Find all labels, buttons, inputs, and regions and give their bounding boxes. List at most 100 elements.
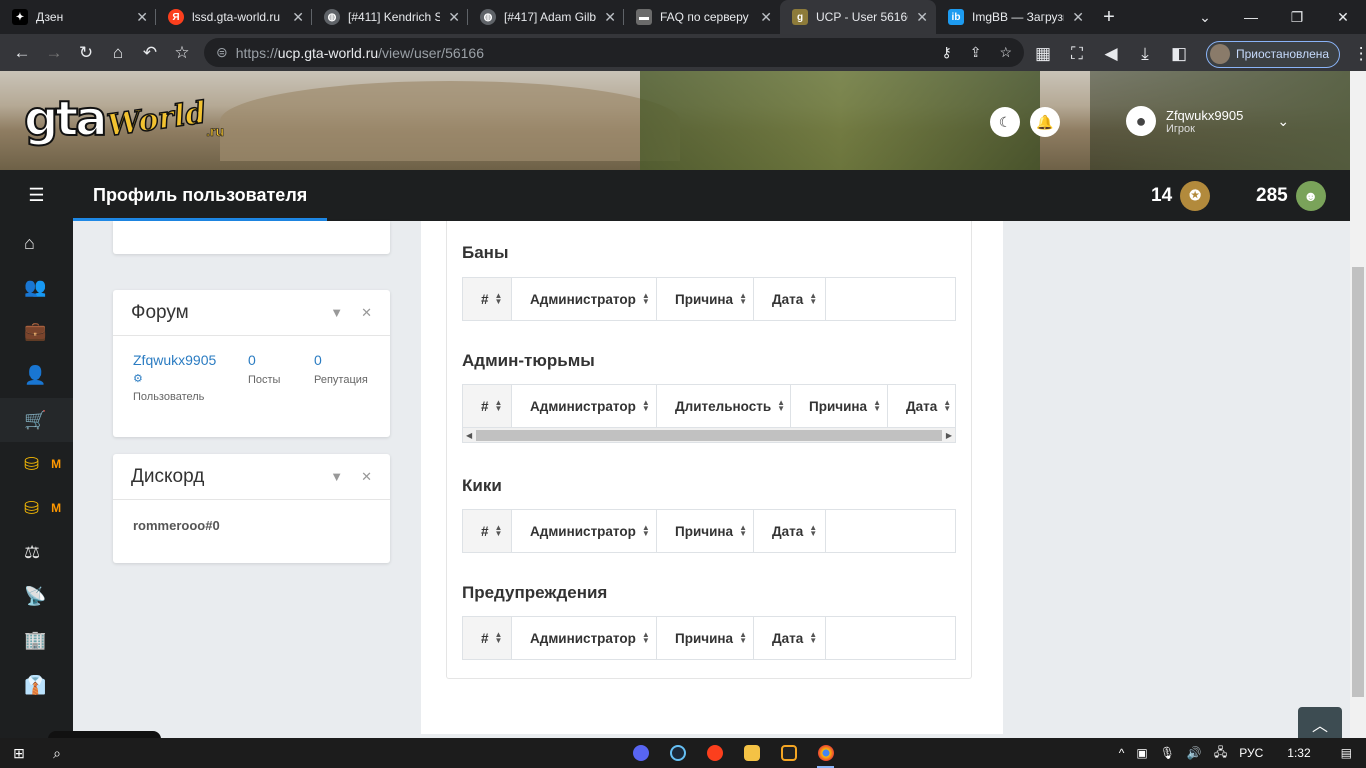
home-icon[interactable]: ⌂	[102, 37, 134, 69]
stat-counter[interactable]: 14 ✪	[1151, 170, 1211, 221]
discord-app[interactable]	[622, 738, 659, 768]
site-logo[interactable]: gta World .ru	[23, 81, 224, 157]
sidebar-item-radio[interactable]: 📡	[0, 574, 73, 618]
column-header[interactable]: Причина ▲ ▼	[791, 385, 888, 427]
scrollbar-thumb[interactable]	[476, 429, 942, 441]
browser-tab[interactable]: ib ImgBB — Загрузи ✕	[936, 0, 1092, 34]
clock[interactable]: 1:32	[1287, 746, 1310, 760]
sidebar-item-business[interactable]: 💼	[0, 309, 73, 353]
forward-icon[interactable]: →	[38, 37, 70, 69]
extensions-icon[interactable]: ▦	[1030, 38, 1056, 70]
column-header[interactable]: Дата ▲ ▼	[754, 278, 826, 320]
sidebar-item-shop[interactable]: 🛒	[0, 398, 73, 442]
tab-search-icon[interactable]: ⌄	[1182, 0, 1228, 34]
address-bar[interactable]: ⊜ https://ucp.gta-world.ru/view/user/561…	[204, 38, 1024, 67]
language-indicator[interactable]: РУС	[1239, 746, 1263, 760]
column-header[interactable]: # ▲ ▼	[463, 385, 512, 427]
page-scrollbar[interactable]	[1350, 71, 1366, 738]
scroll-left-icon[interactable]: ◀	[466, 431, 472, 440]
close-window-icon[interactable]: ✕	[1320, 0, 1366, 34]
chrome-app[interactable]	[807, 738, 844, 768]
column-header[interactable]: # ▲ ▼	[463, 278, 512, 320]
close-icon[interactable]: ✕	[292, 9, 304, 26]
close-icon[interactable]: ✕	[361, 305, 372, 321]
close-icon[interactable]: ✕	[136, 9, 148, 26]
network-icon[interactable]: 🖧	[1214, 743, 1227, 764]
hamburger-menu-icon[interactable]: ☰	[0, 170, 73, 221]
scroll-to-top-button[interactable]: ︿	[1298, 707, 1342, 741]
column-header[interactable]: Администратор ▲ ▼	[512, 278, 657, 320]
close-icon[interactable]: ✕	[448, 9, 460, 26]
sidepanel-icon[interactable]: ◧	[1166, 38, 1192, 70]
sidebar-item-property[interactable]: 🏢	[0, 618, 73, 662]
column-header[interactable]: Дата ▲ ▼	[754, 510, 826, 552]
close-icon[interactable]: ✕	[361, 469, 372, 485]
site-info-icon[interactable]: ⊜	[216, 44, 228, 61]
column-header[interactable]: Администратор ▲ ▼	[512, 385, 657, 427]
new-tab-button[interactable]: +	[1092, 6, 1126, 29]
forum-username-link[interactable]: Zfqwukx9905	[133, 352, 248, 368]
crop-icon[interactable]: ⛶	[1064, 38, 1090, 70]
sidebar-item-coins[interactable]: ⛁ M	[0, 486, 73, 530]
yandex-app[interactable]	[696, 738, 733, 768]
dark-mode-toggle[interactable]: ☾	[990, 107, 1020, 137]
scrollbar-thumb[interactable]	[1352, 267, 1364, 697]
collapse-icon[interactable]: ▼	[330, 305, 343, 321]
notifications-icon[interactable]: ▤	[1341, 746, 1352, 760]
rage-app[interactable]	[770, 738, 807, 768]
close-icon[interactable]: ✕	[1072, 9, 1084, 26]
browser-tab[interactable]: ◍ [#417] Adam Gilb ✕	[468, 0, 624, 34]
column-header[interactable]: Причина ▲ ▼	[657, 278, 754, 320]
windows-start-icon[interactable]: ⊞	[0, 738, 38, 768]
sidebar-item-home[interactable]: ⌂	[0, 221, 73, 265]
horizontal-scrollbar[interactable]: ◀ ▶	[463, 427, 955, 442]
column-header[interactable]: Дата ▲ ▼	[888, 385, 955, 427]
key-icon[interactable]: ⚷	[941, 44, 951, 61]
menu-icon[interactable]: ⋮	[1348, 38, 1366, 70]
minimize-icon[interactable]: —	[1228, 0, 1274, 34]
profile-button[interactable]: Приостановлена	[1206, 40, 1341, 68]
search-icon[interactable]: ⌕	[38, 738, 76, 768]
posts-value[interactable]: 0	[248, 352, 314, 368]
bookmark-star-icon[interactable]: ☆	[166, 37, 198, 69]
download-icon[interactable]: ⤓	[1132, 38, 1158, 70]
browser-tab[interactable]: ✦ Дзен ✕	[0, 0, 156, 34]
sidebar-item-profile[interactable]: 👤	[0, 353, 73, 397]
speaker-icon[interactable]: ◀	[1098, 38, 1124, 70]
column-header[interactable]: Причина ▲ ▼	[657, 617, 754, 659]
camera-icon[interactable]: ▣	[1136, 746, 1147, 760]
column-header[interactable]: Причина ▲ ▼	[657, 510, 754, 552]
column-header[interactable]: # ▲ ▼	[463, 510, 512, 552]
user-menu[interactable]: ● Zfqwukx9905 Игрок ⌄	[1126, 106, 1289, 136]
browser-tab-active[interactable]: g UCP - User 56166 ✕	[780, 0, 936, 34]
chevron-up-icon[interactable]: ^	[1119, 746, 1125, 760]
browser-tab[interactable]: Яlssd.gta-world.ru ✕	[156, 0, 312, 34]
mic-icon[interactable]: 🎙	[1160, 746, 1175, 760]
column-header[interactable]: Администратор ▲ ▼	[512, 617, 657, 659]
close-icon[interactable]: ✕	[604, 9, 616, 26]
column-header[interactable]: # ▲ ▼	[463, 617, 512, 659]
collapse-icon[interactable]: ▼	[330, 469, 343, 485]
column-header[interactable]: Длительность ▲ ▼	[657, 385, 791, 427]
back-icon[interactable]: ←	[6, 37, 38, 69]
scroll-right-icon[interactable]: ▶	[946, 431, 952, 440]
column-header[interactable]: Дата ▲ ▼	[754, 617, 826, 659]
close-icon[interactable]: ✕	[760, 9, 772, 26]
star-icon[interactable]: ☆	[999, 44, 1012, 61]
undo-icon[interactable]: ↶	[134, 37, 166, 69]
sidebar-item-admin[interactable]: 👔	[0, 663, 73, 707]
volume-icon[interactable]: 🔊	[1187, 746, 1202, 760]
sidebar-item-characters[interactable]: 👥	[0, 265, 73, 309]
explorer-app[interactable]	[733, 738, 770, 768]
sidebar-item-justice[interactable]: ⚖	[0, 530, 73, 574]
column-header[interactable]: Администратор ▲ ▼	[512, 510, 657, 552]
notifications-button[interactable]: 🔔	[1030, 107, 1060, 137]
sidebar-item-coins[interactable]: ⛁ M	[0, 442, 73, 486]
restore-icon[interactable]: ❐	[1274, 0, 1320, 34]
close-icon[interactable]: ✕	[916, 9, 928, 26]
browser-tab[interactable]: ◍ [#411] Kendrich S ✕	[312, 0, 468, 34]
reload-icon[interactable]: ↻	[70, 37, 102, 69]
stat-counter[interactable]: 285 ☻	[1256, 170, 1326, 221]
reputation-value[interactable]: 0	[314, 352, 368, 368]
share-icon[interactable]: ⇪	[970, 44, 982, 61]
